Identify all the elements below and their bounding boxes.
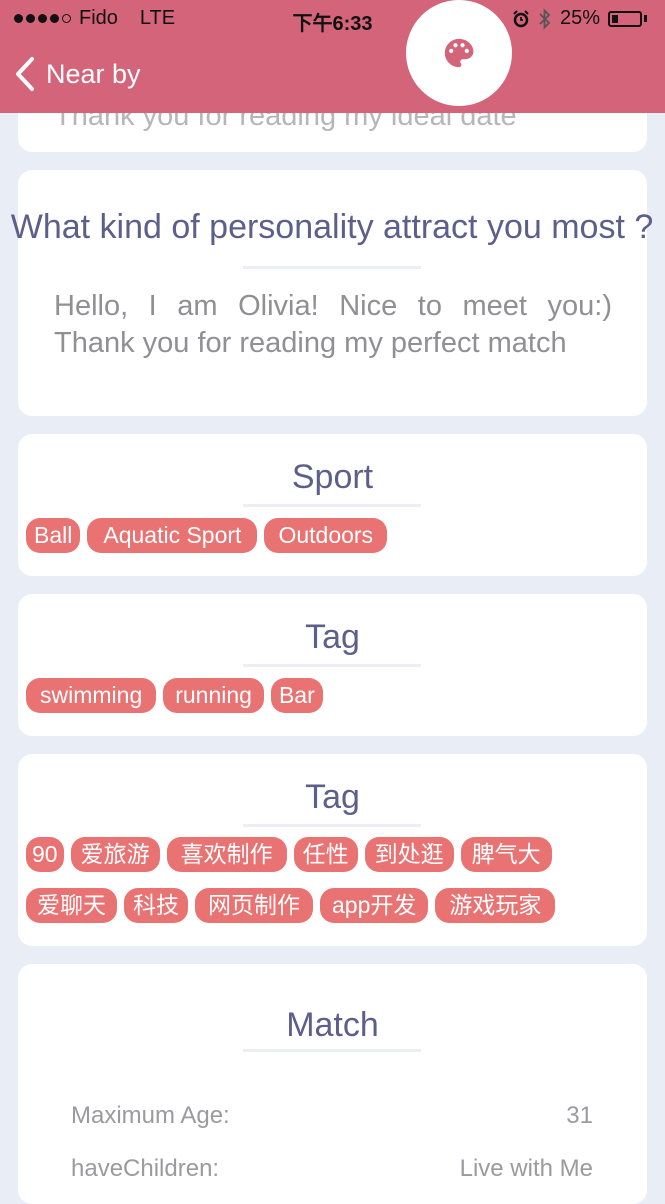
- back-button[interactable]: Near by: [14, 56, 141, 92]
- tag-card: Tag swimming running Bar: [18, 594, 647, 736]
- title-divider: [243, 664, 421, 667]
- tag-chip[interactable]: app开发: [320, 888, 429, 923]
- sport-chips: Ball Aquatic Sport Outdoors: [26, 518, 388, 553]
- tag-chip[interactable]: 爱旅游: [70, 837, 160, 872]
- match-label: Maximum Age:: [71, 1102, 230, 1129]
- sport-chip[interactable]: Ball: [26, 518, 81, 553]
- match-title: Match: [286, 1006, 379, 1044]
- tag-title: Tag: [305, 618, 360, 656]
- match-row-max-age: Maximum Age: 31: [71, 1102, 593, 1130]
- app-header: Fido LTE 下午6:33 25% Near by: [0, 0, 665, 113]
- sport-chip[interactable]: Aquatic Sport: [87, 518, 258, 553]
- personality-question: What kind of personality attract you mos…: [10, 208, 654, 246]
- sport-title: Sport: [291, 458, 374, 496]
- tag-chip[interactable]: 到处逛: [364, 837, 454, 872]
- back-label: Near by: [46, 58, 141, 89]
- tag-chip[interactable]: running: [163, 678, 264, 713]
- tag-chip[interactable]: 喜欢制作: [166, 837, 287, 872]
- tag-card: Tag 90 爱旅游 喜欢制作 任性 到处逛 脾气大 爱聊天 科技 网页制作 a…: [18, 754, 647, 946]
- title-divider: [243, 504, 421, 507]
- title-divider: [243, 266, 421, 269]
- tag-title: Tag: [305, 778, 360, 816]
- tag-chip[interactable]: 爱聊天: [26, 888, 117, 923]
- status-bar: Fido LTE 下午6:33 25%: [0, 0, 665, 36]
- match-label: haveChildren:: [71, 1155, 220, 1182]
- sport-card: Sport Ball Aquatic Sport Outdoors: [18, 434, 647, 576]
- tag-chip[interactable]: 脾气大: [460, 837, 552, 872]
- tag-chip[interactable]: 90: [26, 837, 64, 872]
- personality-card: What kind of personality attract you mos…: [11, 170, 653, 416]
- title-divider: [243, 824, 421, 827]
- sport-chip[interactable]: Outdoors: [264, 518, 388, 553]
- tag-chip[interactable]: Bar: [270, 678, 323, 713]
- personality-answer: Hello, I am Olivia! Nice to meet you:) T…: [54, 290, 612, 359]
- chevron-left-icon: [16, 57, 34, 91]
- title-divider: [243, 1049, 421, 1052]
- match-row-have-children: haveChildren: Live with Me: [71, 1155, 593, 1183]
- battery-icon: [608, 10, 642, 27]
- tag-chip[interactable]: 游戏玩家: [435, 888, 556, 923]
- tag-chips: 90 爱旅游 喜欢制作 任性 到处逛 脾气大 爱聊天 科技 网页制作 app开发…: [26, 837, 626, 923]
- tag-chip[interactable]: 科技: [124, 888, 188, 923]
- tag-chip[interactable]: 网页制作: [195, 888, 313, 923]
- tag-chip[interactable]: swimming: [26, 678, 157, 713]
- tag-chips: swimming running Bar: [26, 678, 323, 713]
- battery-percent: 25%: [559, 7, 600, 29]
- match-value: Live with Me: [459, 1155, 593, 1182]
- alarm-icon: [513, 9, 529, 27]
- match-value: 31: [566, 1102, 593, 1129]
- theme-palette-button[interactable]: [406, 0, 512, 106]
- bluetooth-icon: [539, 7, 551, 30]
- tag-chip[interactable]: 任性: [293, 837, 358, 872]
- palette-icon: [444, 38, 474, 68]
- match-card: Match Maximum Age: 31 haveChildren: Live…: [18, 964, 647, 1204]
